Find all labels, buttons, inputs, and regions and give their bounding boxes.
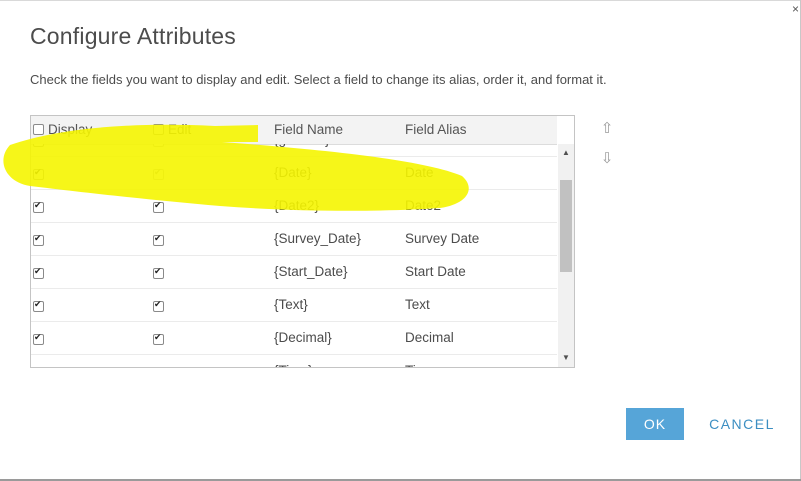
ok-button[interactable]: OK	[626, 408, 684, 440]
edit-checkbox[interactable]	[153, 266, 164, 279]
field-name-cell: {Time}	[274, 363, 313, 367]
header-edit-label: Edit	[168, 122, 192, 137]
scroll-down-arrow-icon[interactable]: ▼	[558, 351, 574, 365]
edit-cell	[153, 332, 168, 347]
edit-cell	[153, 266, 168, 281]
table-row[interactable]: {globalid} GlobalID	[31, 144, 557, 157]
table-row[interactable]: {Date} Date	[31, 157, 557, 190]
edit-cell	[153, 299, 168, 314]
edit-checkbox	[153, 144, 164, 147]
move-up-arrow-icon[interactable]: ⇧	[600, 121, 614, 137]
edit-checkbox[interactable]	[153, 233, 164, 246]
table-row[interactable]: {Decimal} Decimal	[31, 322, 557, 355]
field-name-cell: {Date2}	[274, 198, 320, 213]
field-alias-cell[interactable]: Time	[405, 363, 435, 367]
dialog-title: Configure Attributes	[30, 23, 237, 49]
grid-rows: {globalid} GlobalID {Date} Date {Date2} Date2…	[31, 144, 557, 367]
field-alias-cell[interactable]: Survey Date	[405, 231, 479, 246]
field-alias-cell[interactable]: Decimal	[405, 330, 454, 345]
move-down-arrow-icon[interactable]: ⇩	[600, 151, 614, 167]
field-name-cell: {Date}	[274, 165, 312, 180]
header-display-label: Display	[48, 122, 93, 137]
display-cell	[33, 266, 48, 281]
field-name-cell: {Text}	[274, 297, 308, 312]
display-checkbox[interactable]	[33, 299, 44, 312]
display-checkbox[interactable]	[33, 233, 44, 246]
field-name-cell: {globalid}	[274, 144, 330, 147]
display-checkbox[interactable]	[33, 332, 44, 345]
fields-grid: Display Edit Field Name Field Alias {glo…	[30, 115, 575, 368]
cancel-button[interactable]: CANCEL	[702, 408, 782, 440]
field-alias-cell[interactable]: Date	[405, 165, 434, 180]
edit-checkbox[interactable]	[153, 299, 164, 312]
header-display: Display	[33, 122, 92, 137]
edit-checkbox	[153, 167, 164, 180]
scroll-up-arrow-icon[interactable]: ▲	[558, 146, 574, 160]
header-field-alias[interactable]: Field Alias	[405, 122, 467, 137]
display-cell	[33, 299, 48, 314]
field-alias-cell[interactable]: Text	[405, 297, 430, 312]
edit-checkbox[interactable]	[153, 332, 164, 345]
table-row[interactable]: {Time} Time	[31, 355, 557, 367]
display-cell	[33, 233, 48, 248]
edit-cell	[153, 365, 168, 367]
edit-cell	[153, 167, 168, 182]
grid-header: Display Edit Field Name Field Alias	[31, 116, 557, 145]
table-row[interactable]: {Survey_Date} Survey Date	[31, 223, 557, 256]
field-name-cell: {Survey_Date}	[274, 231, 362, 246]
dialog-description: Check the fields you want to display and…	[30, 72, 607, 87]
display-checkbox[interactable]	[33, 167, 44, 180]
edit-all-checkbox[interactable]	[153, 124, 164, 135]
field-alias-cell[interactable]: GlobalID	[405, 144, 458, 147]
field-name-cell: {Start_Date}	[274, 264, 348, 279]
table-row[interactable]: {Text} Text	[31, 289, 557, 322]
close-icon[interactable]: ×	[792, 2, 799, 16]
grid-scrollbar[interactable]: ▲ ▼	[558, 144, 574, 367]
display-cell	[33, 167, 48, 182]
display-checkbox[interactable]	[33, 200, 44, 213]
display-all-checkbox[interactable]	[33, 124, 44, 135]
scrollbar-thumb[interactable]	[560, 180, 572, 272]
field-alias-cell[interactable]: Date2	[405, 198, 441, 213]
display-cell	[33, 365, 48, 367]
edit-cell	[153, 200, 168, 215]
field-alias-cell[interactable]: Start Date	[405, 264, 466, 279]
dialog-top-border	[0, 0, 801, 1]
display-checkbox[interactable]	[33, 144, 44, 147]
display-checkbox[interactable]	[33, 266, 44, 279]
edit-cell	[153, 144, 168, 149]
field-name-cell: {Decimal}	[274, 330, 332, 345]
edit-checkbox[interactable]	[153, 200, 164, 213]
table-row[interactable]: {Date2} Date2	[31, 190, 557, 223]
display-cell	[33, 144, 48, 149]
header-edit: Edit	[153, 122, 191, 137]
edit-cell	[153, 233, 168, 248]
configure-attributes-dialog: × Configure Attributes Check the fields …	[0, 0, 801, 481]
header-field-name[interactable]: Field Name	[274, 122, 343, 137]
display-cell	[33, 332, 48, 347]
grid-body: {globalid} GlobalID {Date} Date {Date2} Date2…	[31, 144, 557, 367]
table-row[interactable]: {Start_Date} Start Date	[31, 256, 557, 289]
display-cell	[33, 200, 48, 215]
